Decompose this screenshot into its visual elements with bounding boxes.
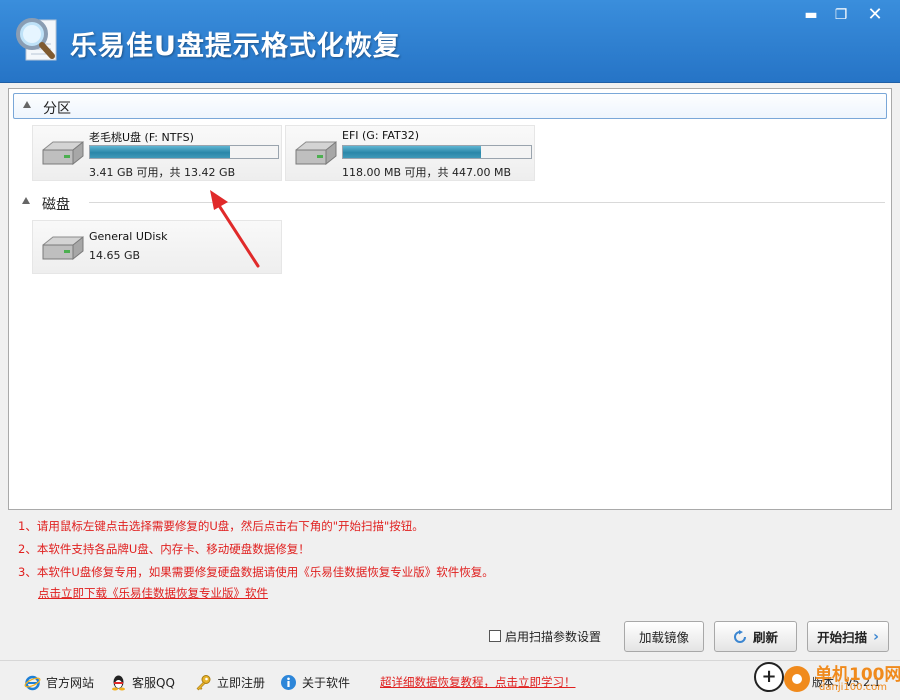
official-site-link[interactable]: 官方网站 [24,673,94,691]
collapse-triangle-icon[interactable] [23,101,31,108]
refresh-button[interactable]: 刷新 [714,621,797,652]
official-site-label: 官方网站 [46,675,95,690]
drive-capacity: 3.41 GB 可用，共 13.42 GB [89,166,236,179]
about-label: 关于软件 [302,675,351,690]
start-scan-button[interactable]: 开始扫描 › [807,621,889,652]
qq-penguin-icon [112,675,125,690]
chevron-right-icon: › [873,628,879,645]
ie-browser-icon [24,675,41,690]
register-label: 立即注册 [217,675,266,690]
tutorial-link[interactable]: 超详细数据恢复教程，点击立即学习！ [380,673,576,691]
partition-tile-f[interactable]: 老毛桃U盘 (F: NTFS) 3.41 GB 可用，共 13.42 GB [32,125,282,181]
instruction-note: 3、本软件U盘修复专用，如果需要修复硬盘数据请使用《乐易佳数据恢复专业版》软件恢… [18,565,494,579]
disk-group-label: 磁盘 [42,197,70,213]
usage-fill [343,146,482,158]
collapse-triangle-icon[interactable] [22,197,30,204]
watermark-ring-icon [784,666,810,692]
drive-name: General UDisk [89,230,168,243]
info-icon [281,674,296,690]
about-link[interactable]: 关于软件 [280,673,350,691]
maximize-button[interactable]: ❐ [826,4,856,26]
usage-fill [90,146,231,158]
start-scan-label: 开始扫描 [817,630,868,645]
load-image-button[interactable]: 加载镜像 [624,621,704,652]
drive-capacity: 118.00 MB 可用，共 447.00 MB [342,166,512,179]
support-qq-link[interactable]: 客服QQ [110,673,175,691]
hard-drive-icon [42,140,84,166]
magnifier-document-icon [16,18,57,61]
scan-settings-option[interactable]: 启用扫描参数设置 [489,628,601,644]
close-button[interactable]: ✕ [860,4,890,26]
scan-settings-checkbox[interactable] [489,630,501,642]
title-bar: 乐易佳U盘提示格式化恢复 ▬ ❐ ✕ [0,0,900,83]
hard-drive-icon [295,140,337,166]
drive-name: EFI (G: FAT32) [342,129,420,142]
instruction-note: 2、本软件支持各品牌U盘、内存卡、移动硬盘数据修复！ [18,542,310,556]
watermark: + 单机100网 danji100.com [752,660,900,700]
support-qq-label: 客服QQ [132,675,175,690]
partition-group-header[interactable]: 分区 [13,93,887,119]
partition-tile-g[interactable]: EFI (G: FAT32) 118.00 MB 可用，共 447.00 MB [285,125,535,181]
watermark-plus-icon: + [754,662,784,692]
instructions: 1、请用鼠标左键点击选择需要修复的U盘，然后点击右下角的"开始扫描"按钮。 2、… [18,518,878,587]
partition-group-label: 分区 [43,101,71,117]
refresh-label: 刷新 [752,630,778,645]
drive-capacity: 14.65 GB [89,249,141,262]
refresh-icon [734,629,746,643]
watermark-url: danji100.com [819,682,887,693]
app-title: 乐易佳U盘提示格式化恢复 [70,31,401,62]
usage-bar [342,145,532,159]
device-list-panel: 分区 老毛桃U盘 (F: NTFS) 3.41 GB 可用，共 13.42 GB… [8,88,892,510]
register-link[interactable]: 立即注册 [195,673,265,691]
annotation-arrow-icon [210,190,260,268]
usage-bar [89,145,279,159]
load-image-label: 加载镜像 [638,630,689,645]
instruction-note: 1、请用鼠标左键点击选择需要修复的U盘，然后点击右下角的"开始扫描"按钮。 [18,519,424,533]
minimize-button[interactable]: ▬ [796,4,826,26]
disk-group-header[interactable]: 磁盘 [13,190,887,216]
drive-name: 老毛桃U盘 (F: NTFS) [89,131,194,144]
key-icon [196,674,211,690]
hard-drive-icon [42,235,84,261]
download-pro-link[interactable]: 点击立即下载《乐易佳数据恢复专业版》软件 [38,585,268,601]
scan-settings-label: 启用扫描参数设置 [505,629,602,644]
